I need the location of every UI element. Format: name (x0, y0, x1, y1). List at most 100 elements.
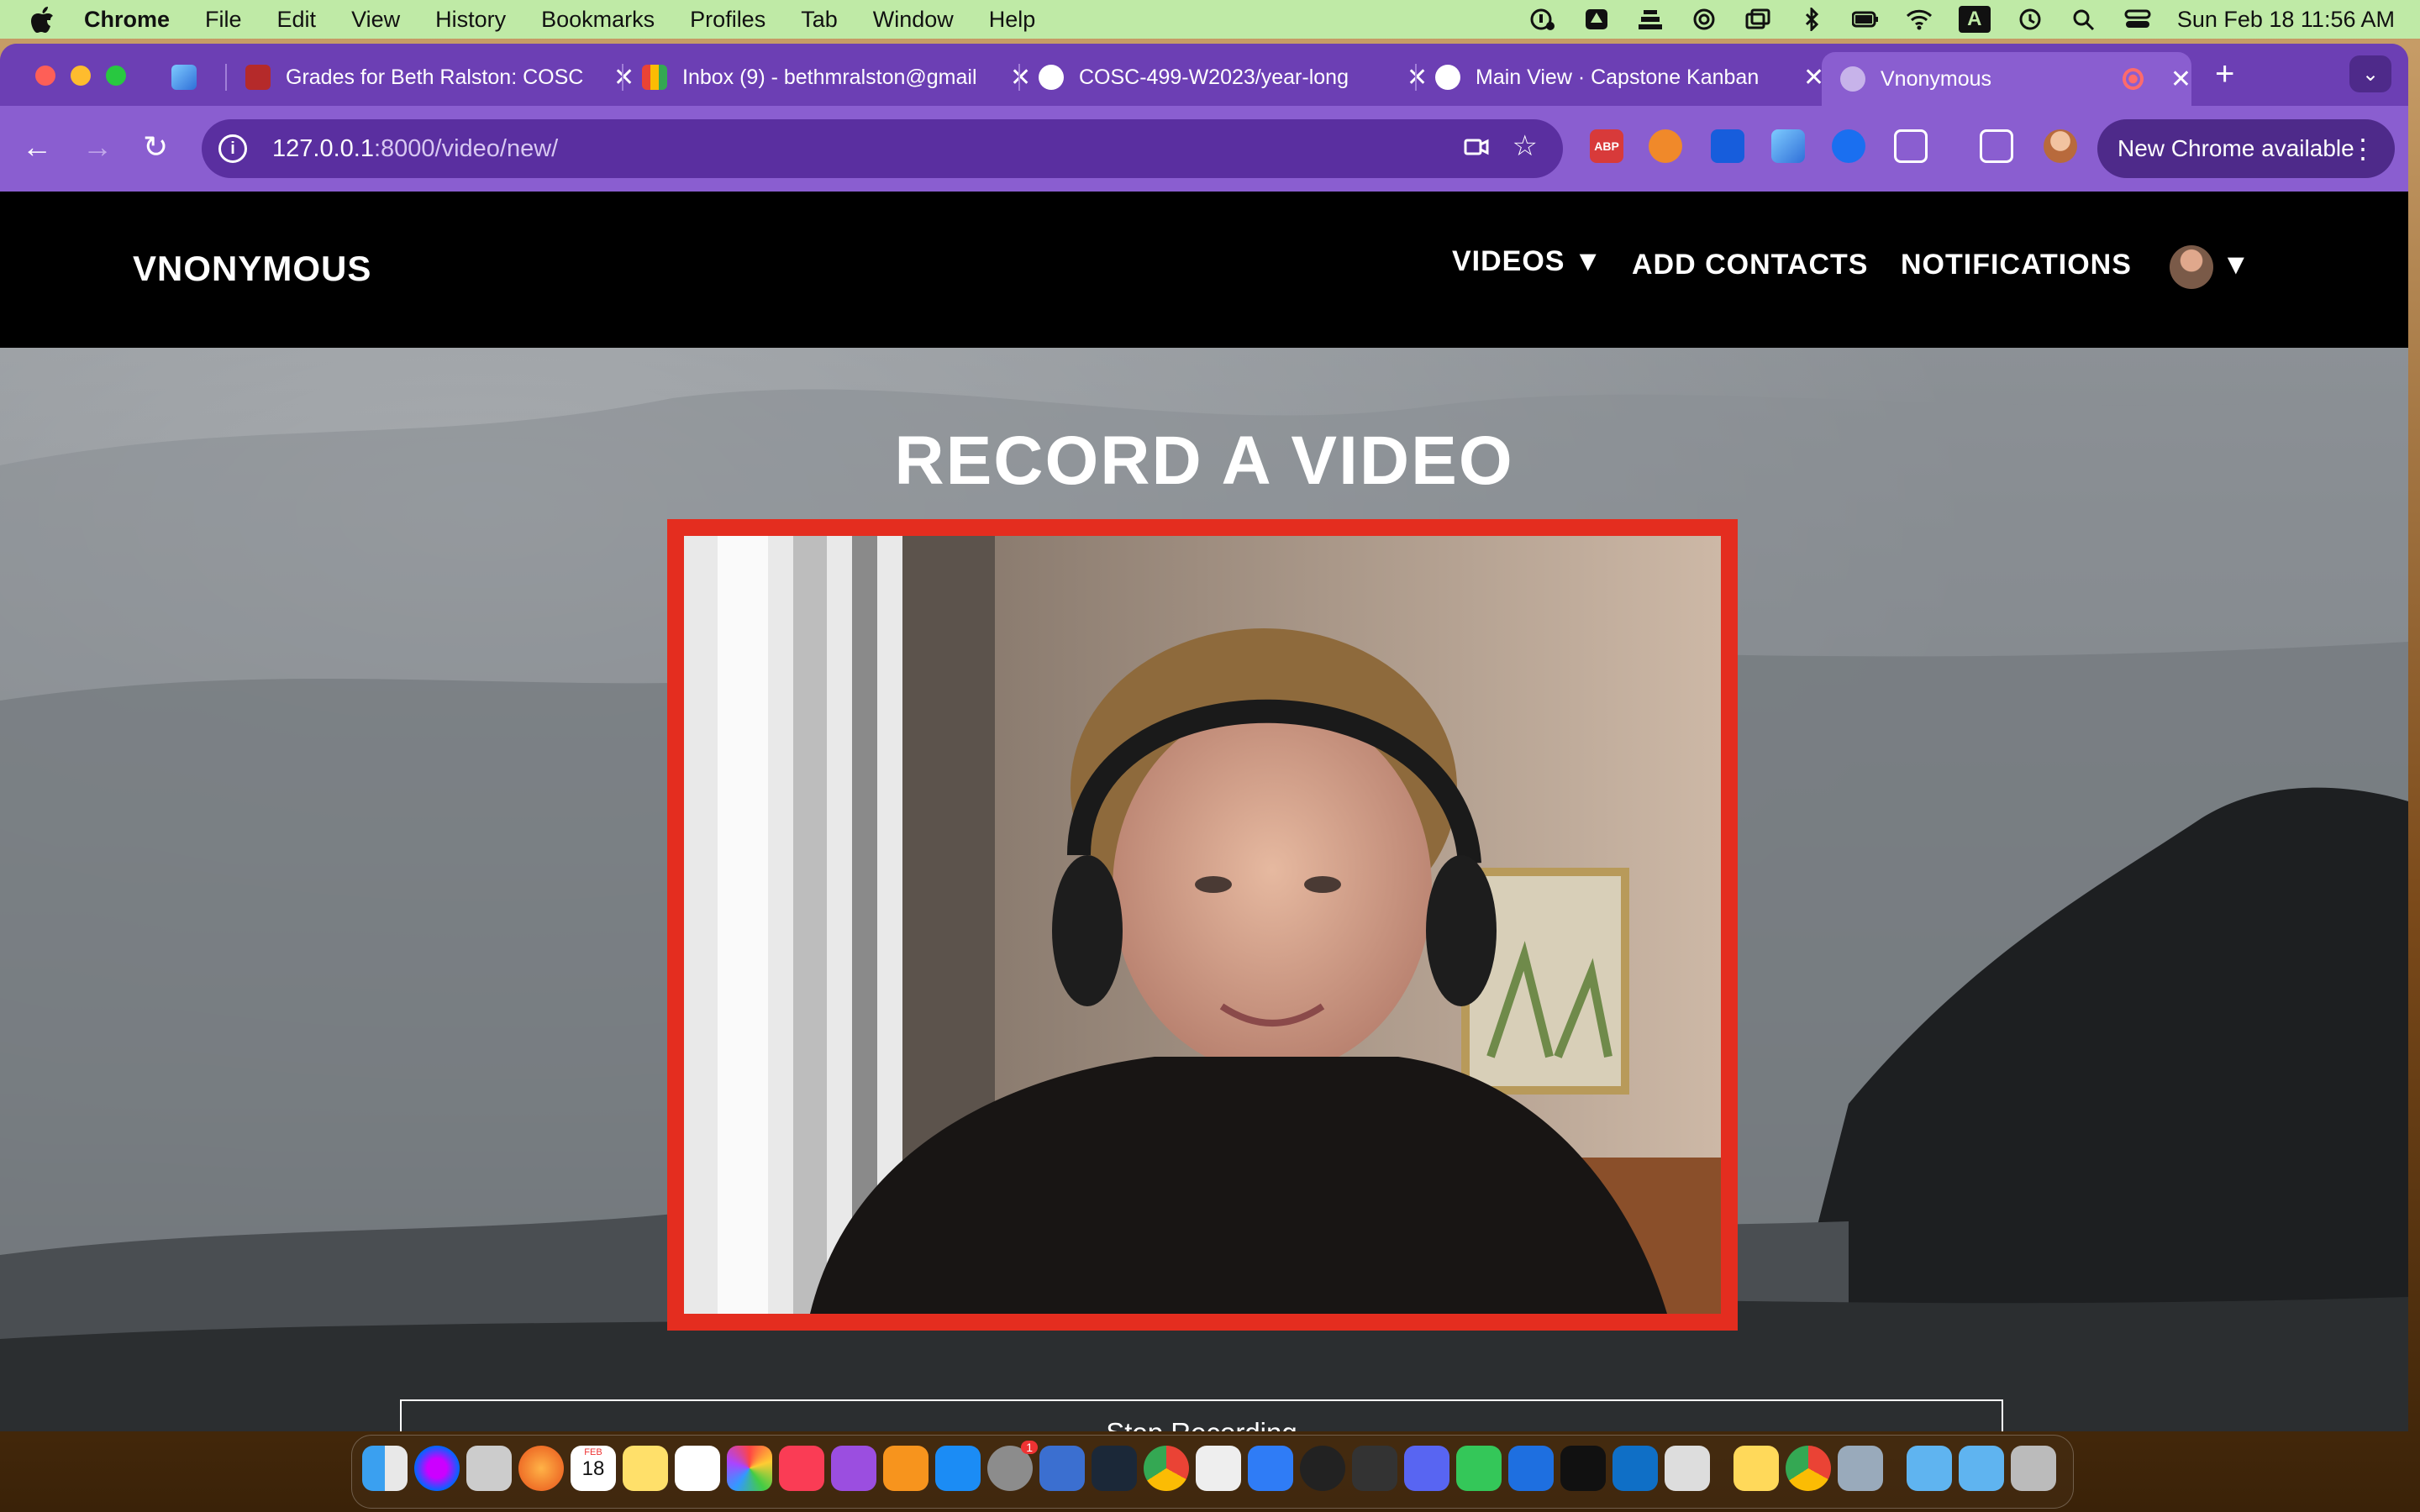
siri-icon[interactable] (414, 1446, 460, 1491)
arc-icon[interactable] (1248, 1446, 1293, 1491)
reload-icon[interactable]: ↻ (143, 129, 168, 165)
steam-icon[interactable] (1092, 1446, 1137, 1491)
nav-notifications[interactable]: NOTIFICATIONS (1901, 249, 2132, 281)
applications-folder-icon[interactable] (1959, 1446, 2004, 1491)
more-menu-icon[interactable]: ⋮ (2349, 133, 2376, 165)
discord-icon[interactable] (1404, 1446, 1449, 1491)
menu-file[interactable]: File (205, 7, 242, 33)
input-source-indicator[interactable]: A (1958, 6, 1991, 33)
close-icon[interactable]: ✕ (2170, 65, 2191, 94)
close-window-button[interactable] (35, 66, 55, 86)
mail-app-icon[interactable] (1508, 1446, 1554, 1491)
bluetooth-icon[interactable] (1797, 7, 1826, 32)
metamask-icon[interactable] (1649, 129, 1682, 163)
calendar-month: FEB (584, 1447, 602, 1457)
close-icon[interactable]: ✕ (1010, 63, 1031, 92)
menu-view[interactable]: View (351, 7, 400, 33)
adblock-plus-icon[interactable]: ABP (1590, 129, 1623, 163)
github-icon (1435, 65, 1460, 90)
obs-icon[interactable] (1300, 1446, 1345, 1491)
menu-tab[interactable]: Tab (801, 7, 838, 33)
tab-canvas-grades[interactable]: Grades for Beth Ralston: COSC ✕ (245, 52, 634, 102)
camera-in-use-icon[interactable] (1464, 134, 1489, 160)
menu-bookmarks[interactable]: Bookmarks (541, 7, 655, 33)
screenshot-icon[interactable] (1665, 1446, 1710, 1491)
screen-mirroring-icon[interactable] (1744, 7, 1772, 32)
final-cut-icon[interactable] (1352, 1446, 1397, 1491)
stickies-icon[interactable] (1733, 1446, 1779, 1491)
tab-pinned-gem[interactable] (171, 52, 212, 102)
profile-avatar[interactable] (2044, 129, 2077, 163)
notes-icon[interactable] (623, 1446, 668, 1491)
drive-icon[interactable] (1582, 7, 1611, 32)
tab-search-button[interactable]: ⌄ (2349, 55, 2391, 92)
chrome-icon[interactable] (1144, 1446, 1189, 1491)
menu-history[interactable]: History (435, 7, 506, 33)
chrome-app-icon[interactable] (1786, 1446, 1831, 1491)
apple-icon[interactable] (30, 5, 55, 34)
tab-gmail-inbox[interactable]: Inbox (9) - bethmralston@gmail ✕ (642, 52, 1031, 102)
tab-title: Grades for Beth Ralston: COSC (286, 65, 584, 89)
downloads-folder-icon[interactable] (1907, 1446, 1952, 1491)
app-store-icon[interactable] (935, 1446, 981, 1491)
zoom-window-button[interactable] (106, 66, 126, 86)
terminal-icon[interactable] (1560, 1446, 1606, 1491)
side-panel-icon[interactable] (1980, 129, 2013, 163)
airdrop-icon[interactable] (1690, 7, 1718, 32)
close-icon[interactable]: ✕ (613, 63, 634, 92)
calendar-icon[interactable]: FEB 18 (571, 1446, 616, 1491)
nav-add-contacts[interactable]: ADD CONTACTS (1632, 249, 1868, 281)
tab-github-kanban[interactable]: Main View · Capstone Kanban ✕ (1435, 52, 1824, 102)
avatar-dropdown-caret[interactable]: ▼ (2222, 249, 2250, 281)
browser-window: Grades for Beth Ralston: COSC ✕ Inbox (9… (0, 44, 2408, 1431)
firefox-icon[interactable] (518, 1446, 564, 1491)
close-icon[interactable]: ✕ (1407, 63, 1428, 92)
wifi-icon[interactable] (1905, 7, 1933, 32)
system-settings-icon[interactable]: 1 (987, 1441, 1038, 1491)
podcasts-icon[interactable] (831, 1446, 876, 1491)
menu-bar-clock[interactable]: Sun Feb 18 11:56 AM (2177, 7, 2395, 33)
launchpad-icon[interactable] (466, 1446, 512, 1491)
photos-icon[interactable] (727, 1446, 772, 1491)
tab-github-repo[interactable]: COSC-499-W2023/year-long ✕ (1039, 52, 1428, 102)
virtualbox-icon[interactable] (1039, 1446, 1085, 1491)
menu-app-name[interactable]: Chrome (84, 7, 170, 33)
stacks-icon[interactable] (1636, 7, 1665, 32)
preview-icon[interactable] (1838, 1446, 1883, 1491)
menu-edit[interactable]: Edit (277, 7, 317, 33)
menu-window[interactable]: Window (873, 7, 954, 33)
music-icon[interactable] (779, 1446, 824, 1491)
extensions-puzzle-icon[interactable] (1894, 129, 1928, 163)
freeform-icon[interactable] (675, 1446, 720, 1491)
messages-icon[interactable] (1456, 1446, 1502, 1491)
books-icon[interactable] (883, 1446, 929, 1491)
forward-icon[interactable]: → (82, 129, 113, 165)
stop-recording-button[interactable]: Stop Recording (400, 1399, 2003, 1431)
new-chrome-available-button[interactable]: New Chrome available ⋮ (2097, 119, 2395, 178)
site-brand-logo[interactable]: VNONYMOUS (133, 249, 371, 289)
battery-icon[interactable] (1851, 7, 1880, 32)
menu-help[interactable]: Help (989, 7, 1036, 33)
control-center-icon[interactable] (2123, 7, 2152, 32)
back-icon[interactable]: ← (22, 129, 52, 165)
page-title: RECORD A VIDEO (894, 423, 1514, 499)
nav-videos-dropdown[interactable]: VIDEOS ▼ (1452, 245, 1603, 278)
spotlight-search-icon[interactable] (2070, 7, 2098, 32)
tab-vnonymous[interactable]: Vnonymous ✕ (1822, 52, 2191, 106)
automator-icon[interactable] (1196, 1446, 1241, 1491)
address-bar[interactable]: i 127.0.0.1 :8000/video/new/ ☆ (202, 119, 1563, 178)
menu-profiles[interactable]: Profiles (690, 7, 765, 33)
bitwarden-icon[interactable] (1711, 129, 1744, 163)
onepassword-icon[interactable] (1832, 129, 1865, 163)
user-avatar[interactable] (2170, 245, 2213, 289)
minimize-window-button[interactable] (71, 66, 91, 86)
new-tab-button[interactable]: + (2215, 55, 2234, 93)
time-machine-icon[interactable] (2016, 7, 2044, 32)
finder-icon[interactable] (362, 1446, 408, 1491)
vscode-icon[interactable] (1612, 1446, 1658, 1491)
site-info-icon[interactable]: i (218, 134, 247, 163)
bookmark-star-icon[interactable]: ☆ (1512, 129, 1538, 163)
trash-icon[interactable] (2011, 1446, 2056, 1491)
password-manager-icon[interactable] (1528, 7, 1557, 32)
gem-extension-icon[interactable] (1771, 129, 1805, 163)
